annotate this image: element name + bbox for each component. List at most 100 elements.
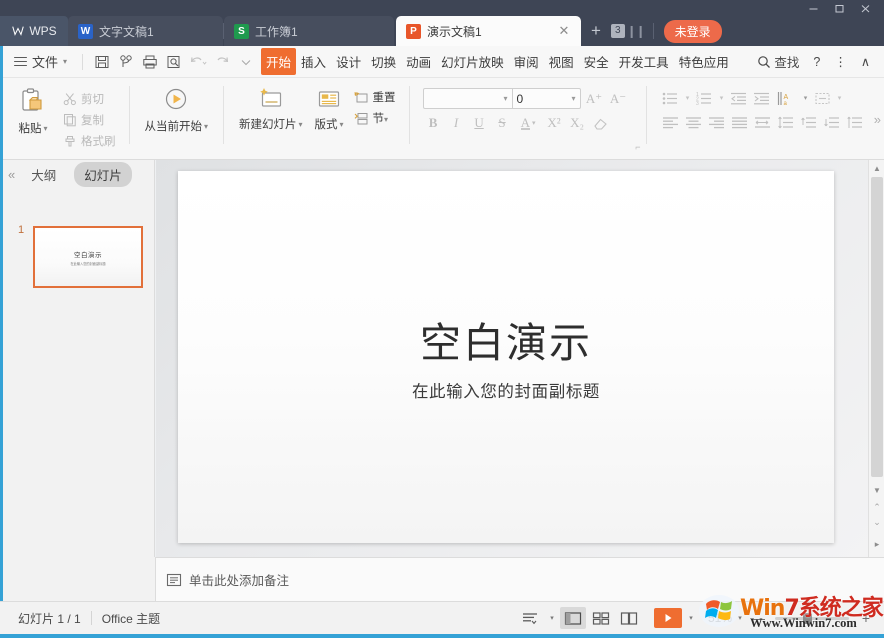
tab-outline[interactable]: 大纲: [21, 162, 66, 187]
section-button[interactable]: 节▾: [350, 108, 400, 128]
space-after-button[interactable]: [821, 112, 843, 132]
space-before-button[interactable]: [798, 112, 820, 132]
more-options-button[interactable]: ⋮: [828, 51, 853, 72]
font-dialog-launcher[interactable]: ⌐: [635, 142, 640, 152]
paste-button[interactable]: 粘贴▾: [8, 82, 58, 136]
scroll-up-button[interactable]: ▲: [869, 160, 884, 176]
font-size-combobox[interactable]: 0 ▾: [513, 88, 581, 109]
close-tab-icon[interactable]: ✕: [557, 23, 571, 39]
next-slide-button[interactable]: ⌄: [869, 516, 884, 529]
bullets-button[interactable]: [660, 88, 682, 108]
line-spacing-button[interactable]: [775, 112, 797, 132]
font-name-combobox[interactable]: ▾: [423, 88, 513, 109]
slide-title-placeholder[interactable]: 空白演示: [178, 309, 834, 369]
scroll-down-button[interactable]: ▼: [869, 482, 884, 498]
scrollbar-thumb[interactable]: [871, 177, 883, 477]
print-icon[interactable]: [138, 50, 162, 74]
cut-button[interactable]: 剪切: [58, 89, 120, 109]
help-button[interactable]: ?: [807, 52, 826, 72]
tab-design[interactable]: 设计: [331, 48, 366, 75]
redo-icon[interactable]: [210, 50, 234, 74]
tab-security[interactable]: 安全: [579, 48, 614, 75]
document-tab-word[interactable]: W 文字文稿1: [68, 16, 223, 46]
outline-toggle-button[interactable]: [518, 607, 544, 629]
tab-view[interactable]: 视图: [544, 48, 579, 75]
align-left-button[interactable]: [660, 112, 682, 132]
fit-slide-button[interactable]: ▸: [869, 538, 884, 551]
reset-button[interactable]: 重置: [350, 87, 400, 107]
bold-button[interactable]: B: [423, 113, 444, 133]
format-painter-button[interactable]: 格式刷: [58, 131, 120, 151]
new-slide-button[interactable]: 新建幻灯片▾: [233, 82, 309, 132]
bullets-dropdown[interactable]: ▾: [683, 88, 693, 108]
login-button[interactable]: 未登录: [664, 20, 722, 43]
italic-button[interactable]: I: [446, 113, 467, 133]
slide-sorter-button[interactable]: [588, 607, 614, 629]
normal-view-button[interactable]: [560, 607, 586, 629]
zoom-level-label[interactable]: 51%: [708, 611, 732, 625]
notes-pane[interactable]: 单击此处添加备注: [156, 557, 884, 601]
zoom-slider-handle[interactable]: [803, 613, 812, 624]
start-from-current-button[interactable]: 从当前开始▾: [139, 82, 215, 134]
collapse-ribbon-button[interactable]: ∧: [855, 51, 876, 72]
numbering-dropdown[interactable]: ▾: [717, 88, 727, 108]
align-text-dropdown[interactable]: ▾: [835, 88, 845, 108]
save-icon[interactable]: [90, 50, 114, 74]
slide-editing-canvas[interactable]: 空白演示 在此输入您的封面副标题: [156, 160, 868, 557]
vertical-scrollbar[interactable]: ▲ ▼ ⌃ ⌄ ▸: [868, 160, 884, 557]
document-tab-presentation[interactable]: P 演示文稿1 ✕: [396, 16, 581, 46]
customize-quick-access-icon[interactable]: [234, 50, 258, 74]
tab-animations[interactable]: 动画: [401, 48, 436, 75]
file-menu-button[interactable]: 文件 ▾: [0, 52, 75, 71]
subscript-button[interactable]: X₂: [567, 113, 588, 133]
wps-home-button[interactable]: WPS: [0, 16, 68, 46]
search-button[interactable]: 查找: [751, 49, 805, 74]
tab-home[interactable]: 开始: [261, 48, 296, 75]
tab-slideshow[interactable]: 幻灯片放映: [436, 48, 509, 75]
align-right-button[interactable]: [706, 112, 728, 132]
shrink-font-button[interactable]: A⁻: [608, 89, 629, 109]
print-preview-icon[interactable]: [162, 50, 186, 74]
zoom-slider[interactable]: [775, 617, 849, 620]
tab-slides[interactable]: 幻灯片: [74, 162, 132, 187]
font-color-button[interactable]: A▾: [515, 113, 542, 133]
outline-dropdown[interactable]: ▾: [546, 607, 558, 629]
new-tab-button[interactable]: +: [581, 16, 611, 46]
paragraph-settings-button[interactable]: [844, 112, 866, 132]
copy-button[interactable]: 复制: [58, 110, 120, 130]
start-slideshow-button[interactable]: [654, 608, 682, 628]
maximize-button[interactable]: [826, 0, 852, 16]
slideshow-dropdown[interactable]: ▾: [684, 607, 698, 629]
decrease-indent-button[interactable]: [728, 88, 750, 108]
distribute-button[interactable]: [752, 112, 774, 132]
justify-button[interactable]: [729, 112, 751, 132]
tab-featured-apps[interactable]: 特色应用: [674, 48, 734, 75]
text-direction-button[interactable]: Aa: [774, 88, 800, 108]
underline-button[interactable]: U: [469, 113, 490, 133]
zoom-out-button[interactable]: —: [748, 608, 768, 628]
zoom-in-button[interactable]: +: [856, 608, 876, 628]
previous-slide-button[interactable]: ⌃: [869, 501, 884, 514]
align-center-button[interactable]: [683, 112, 705, 132]
ribbon-overflow-button[interactable]: »: [874, 112, 881, 127]
current-slide[interactable]: 空白演示 在此输入您的封面副标题: [178, 171, 834, 543]
align-text-button[interactable]: [812, 88, 834, 108]
minimize-button[interactable]: [800, 0, 826, 16]
superscript-button[interactable]: X²: [544, 113, 565, 133]
tab-review[interactable]: 审阅: [509, 48, 544, 75]
tab-insert[interactable]: 插入: [296, 48, 331, 75]
numbering-button[interactable]: 123: [694, 88, 716, 108]
tab-developer[interactable]: 开发工具: [614, 48, 674, 75]
zoom-dropdown[interactable]: ▾: [734, 607, 746, 629]
close-button[interactable]: [852, 0, 878, 16]
strikethrough-button[interactable]: S: [492, 113, 513, 133]
increase-indent-button[interactable]: [751, 88, 773, 108]
collapse-panel-icon[interactable]: «: [8, 167, 13, 182]
text-direction-dropdown[interactable]: ▾: [801, 88, 811, 108]
reading-view-button[interactable]: [616, 607, 642, 629]
theme-label[interactable]: Office 主题: [92, 610, 170, 627]
clone-slide-icon[interactable]: [114, 50, 138, 74]
tab-transitions[interactable]: 切换: [366, 48, 401, 75]
slide-thumbnail-1[interactable]: 空白演示 在此输入您的封面副标题: [33, 226, 143, 288]
layout-button[interactable]: 版式▾: [309, 82, 350, 132]
